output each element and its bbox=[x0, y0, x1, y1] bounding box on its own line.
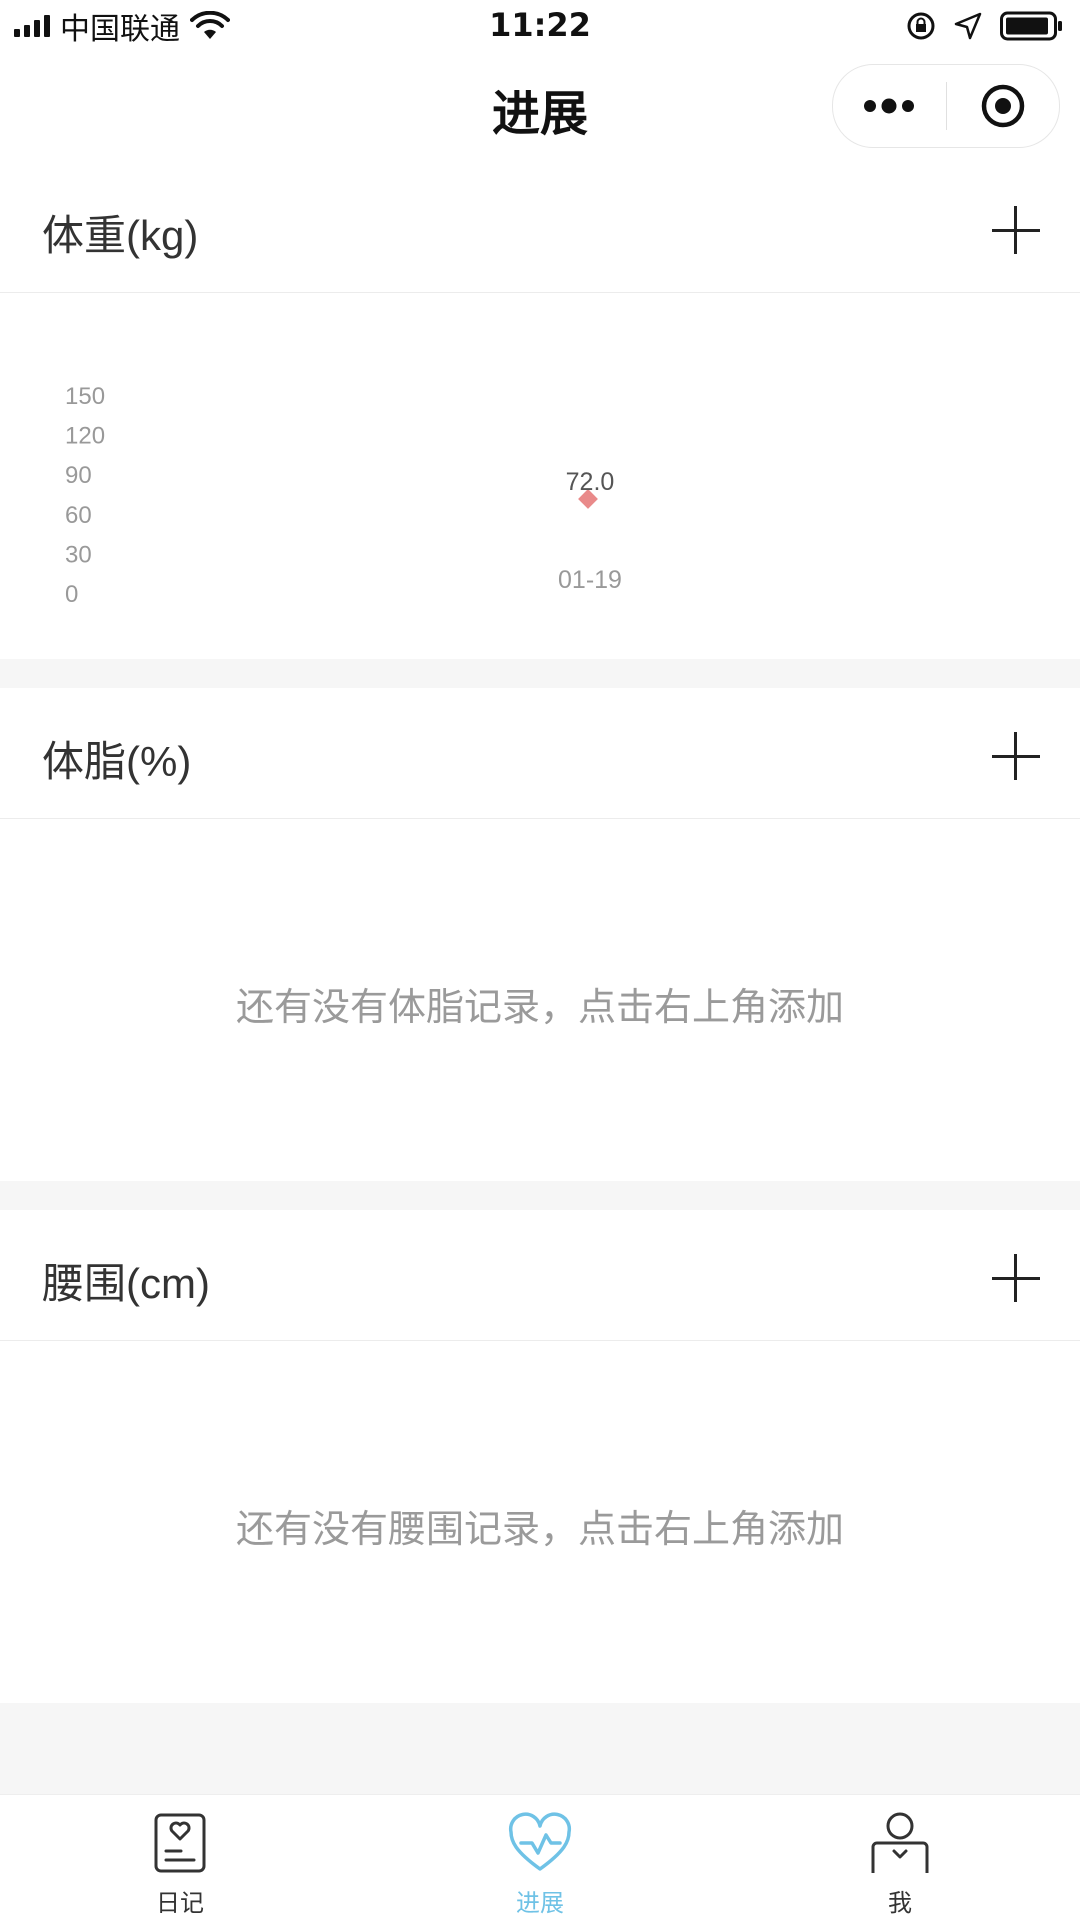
mini-program-capsule bbox=[832, 64, 1060, 148]
body-fat-header: 体脂(%) bbox=[0, 688, 1080, 819]
tab-progress-label: 进展 bbox=[516, 1889, 564, 1917]
waist-header: 腰围(cm) bbox=[0, 1210, 1080, 1341]
tab-bar: 日记 进展 我 bbox=[0, 1794, 1080, 1921]
y-tick-label: 120 bbox=[65, 423, 105, 450]
more-dots-icon bbox=[864, 98, 915, 114]
nav-bar: 进展 bbox=[0, 52, 1080, 162]
status-right bbox=[906, 8, 1064, 44]
waist-title: 腰围(cm) bbox=[42, 1260, 210, 1307]
y-tick-label: 90 bbox=[65, 462, 92, 489]
body-fat-empty-text: 还有没有体脂记录，点击右上角添加 bbox=[235, 985, 844, 1029]
tab-diary-label: 日记 bbox=[156, 1889, 204, 1917]
tab-me[interactable]: 我 bbox=[720, 1795, 1080, 1921]
weight-data-label: 72.0 bbox=[566, 468, 615, 496]
weight-card: 体重(kg) 150 120 90 60 30 0 72.0 01-19 bbox=[0, 162, 1080, 659]
add-weight-button[interactable] bbox=[992, 206, 1040, 254]
add-waist-button[interactable] bbox=[992, 1254, 1040, 1302]
battery-icon bbox=[1000, 11, 1062, 41]
section-gap bbox=[0, 1181, 1080, 1210]
heart-pulse-icon bbox=[508, 1812, 572, 1871]
y-tick-label: 0 bbox=[65, 581, 78, 608]
y-tick-label: 30 bbox=[65, 541, 92, 568]
tab-diary[interactable]: 日记 bbox=[0, 1795, 360, 1921]
orientation-lock-icon bbox=[907, 12, 935, 40]
waist-empty-text: 还有没有腰围记录，点击右上角添加 bbox=[235, 1507, 844, 1551]
weight-chart: 150 120 90 60 30 0 72.0 01-19 bbox=[65, 383, 622, 608]
add-body-fat-button[interactable] bbox=[992, 732, 1040, 780]
section-gap bbox=[0, 659, 1080, 688]
y-tick-label: 150 bbox=[65, 383, 105, 410]
close-mini-program-button[interactable] bbox=[947, 65, 1060, 147]
more-button[interactable] bbox=[833, 65, 946, 147]
body-fat-card: 体脂(%) 还有没有体脂记录，点击右上角添加 bbox=[0, 688, 1080, 1181]
tab-progress[interactable]: 进展 bbox=[360, 1795, 720, 1921]
x-tick-label: 01-19 bbox=[558, 566, 622, 594]
bottom-gap bbox=[0, 1703, 1080, 1794]
y-tick-label: 60 bbox=[65, 502, 92, 529]
weight-title: 体重(kg) bbox=[42, 212, 199, 259]
status-bar: 中国联通 11:22 bbox=[0, 0, 1080, 52]
diary-icon bbox=[154, 1813, 206, 1873]
body-fat-title: 体脂(%) bbox=[42, 738, 192, 785]
location-arrow-icon bbox=[954, 12, 982, 40]
tab-me-label: 我 bbox=[888, 1889, 912, 1917]
target-icon bbox=[981, 84, 1024, 128]
waist-card: 腰围(cm) 还有没有腰围记录，点击右上角添加 bbox=[0, 1210, 1080, 1703]
weight-header: 体重(kg) bbox=[0, 162, 1080, 293]
user-icon bbox=[871, 1812, 929, 1873]
